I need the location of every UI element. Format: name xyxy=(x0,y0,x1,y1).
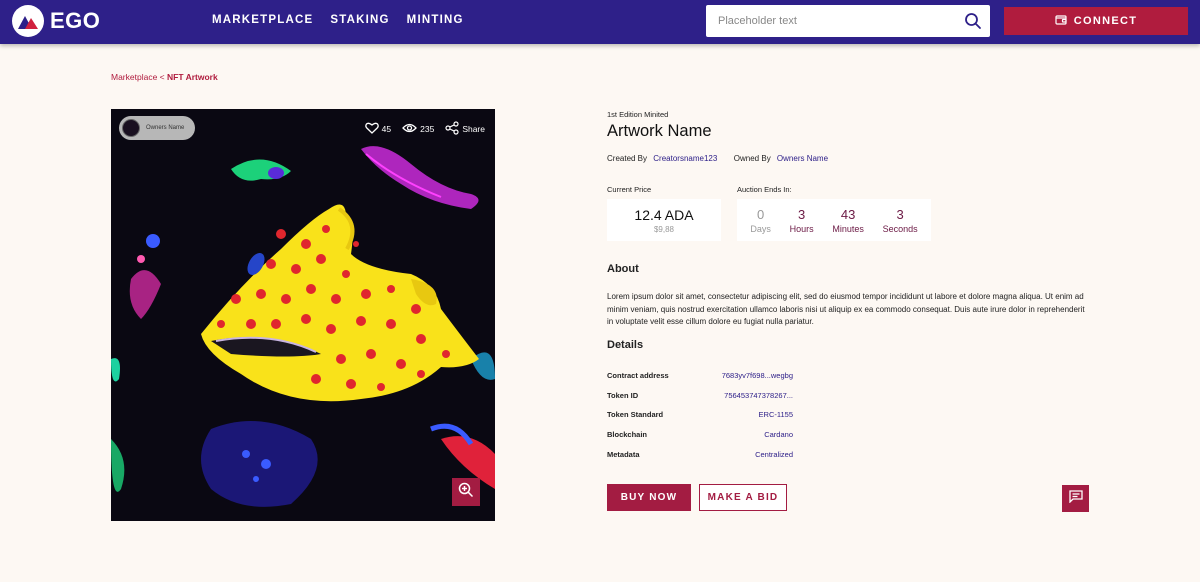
created-by-label: Created By xyxy=(607,154,648,163)
nav-staking[interactable]: STAKING xyxy=(330,14,389,26)
details-row: Token ID 756453747378267... xyxy=(607,386,793,406)
timer-seconds-value: 3 xyxy=(896,206,904,222)
details-key: Metadata xyxy=(607,449,640,459)
details-row: Token Standard ERC-1155 xyxy=(607,405,793,425)
nav-minting[interactable]: MINTING xyxy=(407,14,464,26)
share-label: Share xyxy=(462,124,485,134)
details-key: Blockchain xyxy=(607,430,648,440)
top-header: EGO MARKETPLACE STAKING MINTING CONNECT xyxy=(0,0,1200,44)
breadcrumb-current: NFT Artwork xyxy=(167,72,218,82)
search-input[interactable] xyxy=(718,15,948,27)
timer-minutes-value: 43 xyxy=(840,206,856,222)
timer-days-label: Days xyxy=(750,223,771,234)
auction-ends-label: Auction Ends In: xyxy=(737,185,792,194)
details-table: Contract address 7683yv7f698...wegbg Tok… xyxy=(607,366,793,464)
about-heading: About xyxy=(607,263,639,275)
wallet-icon xyxy=(1055,14,1067,28)
logo-text: EGO xyxy=(50,8,101,33)
details-row: Blockchain Cardano xyxy=(607,425,793,445)
timer-hours: 3 Hours xyxy=(790,207,814,234)
breadcrumb-parent[interactable]: Marketplace xyxy=(111,72,157,82)
timer-hours-label: Hours xyxy=(789,223,814,234)
views-group: 235 xyxy=(402,123,434,135)
artwork-stats: 45 235 Share xyxy=(359,121,485,137)
buy-now-button[interactable]: BUY NOW xyxy=(607,484,691,511)
search-icon[interactable] xyxy=(964,12,982,35)
owner-chip[interactable]: Owners Name xyxy=(119,116,195,140)
connect-label: CONNECT xyxy=(1073,15,1138,27)
details-key: Contract address xyxy=(607,371,669,381)
auction-timer: 0 Days 3 Hours 43 Minutes 3 Seconds xyxy=(737,199,931,241)
details-key: Token Standard xyxy=(607,410,664,420)
artwork-title: Artwork Name xyxy=(607,122,712,140)
owner-chip-name: Owners Name xyxy=(146,125,185,131)
price-ada: 12.4 ADA xyxy=(634,207,694,223)
creator-owner-line: Created By Creatorsname123 Owned By Owne… xyxy=(607,154,828,163)
details-value[interactable]: Centralized xyxy=(755,450,793,459)
eye-icon xyxy=(402,123,418,135)
price-usd: $9,88 xyxy=(653,225,675,234)
price-box: 12.4 ADA $9,88 xyxy=(607,199,721,241)
likes-count: 45 xyxy=(381,124,392,134)
zoom-in-icon xyxy=(458,482,474,503)
logo-mark-icon xyxy=(12,5,44,37)
connect-button[interactable]: CONNECT xyxy=(1004,7,1188,35)
details-heading: Details xyxy=(607,339,644,351)
main-nav: MARKETPLACE STAKING MINTING xyxy=(212,14,464,26)
timer-hours-value: 3 xyxy=(797,206,806,222)
share-button[interactable]: Share xyxy=(445,121,485,137)
details-key: Token ID xyxy=(607,390,639,400)
details-value[interactable]: ERC-1155 xyxy=(759,410,793,419)
chat-button[interactable] xyxy=(1062,485,1089,512)
timer-seconds: 3 Seconds xyxy=(883,207,918,234)
timer-minutes: 43 Minutes xyxy=(832,207,864,234)
details-value[interactable]: 7683yv7f698...wegbg xyxy=(722,371,793,380)
logo[interactable]: EGO xyxy=(12,5,100,37)
owned-by-label: Owned By xyxy=(733,154,771,163)
heart-icon xyxy=(364,122,379,136)
artwork-illustration xyxy=(111,109,495,521)
owner-avatar xyxy=(122,119,140,137)
views-count: 235 xyxy=(420,124,435,134)
about-text: Lorem ipsum dolor sit amet, consectetur … xyxy=(607,292,1085,326)
timer-days-value: 0 xyxy=(757,206,765,222)
timer-seconds-label: Seconds xyxy=(882,223,918,234)
make-bid-button[interactable]: MAKE A BID xyxy=(699,484,787,511)
share-icon xyxy=(445,121,459,137)
chat-icon xyxy=(1068,489,1083,508)
current-price-label: Current Price xyxy=(607,185,652,194)
search-box xyxy=(706,5,990,37)
details-row: Metadata Centralized xyxy=(607,444,793,464)
nav-marketplace[interactable]: MARKETPLACE xyxy=(212,14,313,26)
timer-minutes-label: Minutes xyxy=(832,223,864,234)
details-value[interactable]: 756453747378267... xyxy=(724,391,793,400)
breadcrumb: Marketplace < NFT Artwork xyxy=(111,72,218,82)
likes-group[interactable]: 45 xyxy=(364,122,392,136)
artwork-image[interactable]: Owners Name 45 235 Share xyxy=(111,109,495,521)
timer-days: 0 Days xyxy=(750,207,771,234)
breadcrumb-separator: < xyxy=(157,72,167,82)
details-row: Contract address 7683yv7f698...wegbg xyxy=(607,366,793,386)
zoom-button[interactable] xyxy=(452,478,480,506)
edition-label: 1st Edition Minited xyxy=(607,110,669,119)
details-value[interactable]: Cardano xyxy=(764,430,793,439)
creator-link[interactable]: Creatorsname123 xyxy=(653,154,717,163)
owner-link[interactable]: Owners Name xyxy=(777,154,828,163)
